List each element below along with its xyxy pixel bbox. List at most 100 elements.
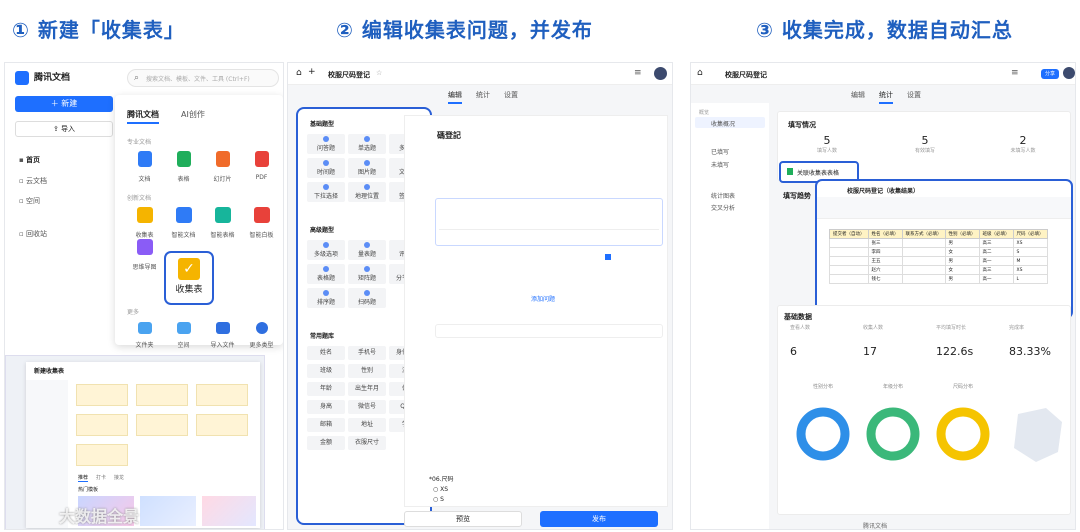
advanced-type-item[interactable]: 表格题 [307,264,345,284]
side-unfilled[interactable]: 未填写 [711,160,729,169]
template-tab-checkin[interactable]: 打卡 [96,474,106,482]
template-card-1[interactable] [76,384,128,406]
template-card-2[interactable] [136,384,188,406]
add-icon[interactable]: + [308,67,316,77]
advanced-type-item[interactable]: 扫码题 [348,288,386,308]
footer-brand: 腾讯文档 [863,523,888,530]
menu-more-types[interactable]: 更多类型 [242,319,281,349]
menu-smart-sheet[interactable]: 智能表格 [203,207,242,239]
side-summary[interactable]: 收集概况 [695,117,765,128]
form-field-2[interactable] [435,324,663,338]
home-icon[interactable]: ⌂ [697,68,703,78]
common-field-item[interactable]: 衣服尺寸 [348,436,386,450]
table-cell: M [1012,256,1048,266]
side-cross-analysis[interactable]: 交叉分析 [711,203,735,212]
basic-type-item[interactable]: 地理位置 [348,182,386,202]
template-tab-relay[interactable]: 接龙 [114,474,124,482]
star-icon[interactable]: ☆ [376,69,382,77]
basic-type-item[interactable]: 图片题 [348,158,386,178]
avatar[interactable] [1063,67,1075,79]
tab-ai[interactable]: AI创作 [181,109,205,120]
table-row[interactable]: 张三 男高三 XS [829,238,1048,248]
required-checkbox[interactable] [605,254,611,260]
template-card-5[interactable] [136,414,188,436]
menu-sheet[interactable]: 表格 [164,151,203,183]
menu-import-file[interactable]: 导入文件 [203,319,242,349]
advanced-type-item[interactable]: 多级选项 [307,240,345,260]
nav-home[interactable]: ▪ 首页 [19,155,40,165]
tab-settings[interactable]: 设置 [907,90,921,104]
template-thumb-3[interactable] [202,496,256,526]
menu-smart-sheet-label: 智能表格 [210,232,235,239]
common-field-item[interactable]: 地址 [348,418,386,432]
table-cell: 赵六 [867,265,903,275]
menu-mindmap[interactable]: 思维导图 [125,239,164,271]
menu-icon[interactable]: ≡ [1011,68,1019,78]
table-row[interactable]: 王五 男高一 M [829,256,1048,266]
table-cell [829,265,869,275]
template-card-7[interactable] [76,444,128,466]
nav-trash[interactable]: ▫ 回收站 [19,229,47,239]
option-s[interactable]: ○ S [433,496,444,503]
tab-stats[interactable]: 统计 [879,90,893,104]
collection-highlight[interactable]: ✓ 收集表 [164,251,214,305]
basic-type-item[interactable]: 问答题 [307,134,345,154]
common-field-item[interactable]: 出生年月 [348,382,386,396]
menu-slides[interactable]: 幻灯片 [203,151,242,183]
basic-type-item[interactable]: 单选题 [348,134,386,154]
tab-edit[interactable]: 编辑 [448,90,462,104]
common-field-item[interactable]: 金额 [307,436,345,450]
tab-settings[interactable]: 设置 [504,90,518,104]
basic-type-item[interactable]: 时间题 [307,158,345,178]
table-row[interactable]: 赵六 女高三 XS [829,265,1048,275]
menu-folder[interactable]: 文件夹 [125,319,164,349]
publish-button[interactable]: 发布 [540,511,658,527]
menu-pdf[interactable]: PDF [242,151,281,183]
home-icon[interactable]: ⌂ [296,68,302,78]
nav-cloud[interactable]: ▫ 云文档 [19,176,47,186]
menu-smart-doc[interactable]: 智能文档 [164,207,203,239]
menu-whiteboard[interactable]: 智能白板 [242,207,281,239]
common-field-item[interactable]: 性别 [348,364,386,378]
advanced-type-item[interactable]: 矩阵题 [348,264,386,284]
advanced-type-item[interactable]: 排序题 [307,288,345,308]
tab-edit[interactable]: 编辑 [851,90,865,104]
side-charts[interactable]: 统计图表 [711,191,735,200]
template-tab-recommend[interactable]: 推荐 [78,474,89,482]
share-button[interactable]: 分享 [1041,69,1059,79]
common-field-item[interactable]: 微信号 [348,400,386,414]
basic-type-item[interactable]: 下拉选择 [307,182,345,202]
template-card-3[interactable] [196,384,248,406]
tab-tencent-docs[interactable]: 腾讯文档 [127,109,159,124]
option-xs[interactable]: ○ XS [433,486,448,493]
side-filled[interactable]: 已填写 [711,147,729,156]
common-field-item[interactable]: 手机号 [348,346,386,360]
preview-button[interactable]: 预览 [404,511,522,527]
template-card-4[interactable] [76,414,128,436]
table-row[interactable]: 李四 女高二 S [829,247,1048,257]
menu-collection[interactable]: 收集表 [125,207,164,239]
template-thumb-2[interactable] [140,496,196,526]
menu-icon[interactable]: ≡ [634,68,642,78]
common-field-item[interactable]: 身高 [307,400,345,414]
new-button[interactable]: ＋ 新建 [15,96,113,112]
common-field-item[interactable]: 邮箱 [307,418,345,432]
common-field-item[interactable]: 姓名 [307,346,345,360]
search-input[interactable]: ⌕ 搜索文档、模板、文件、工具 (Ctrl+F) [127,69,279,87]
nav-space[interactable]: ▫ 空间 [19,196,40,206]
form-field-1-input[interactable] [439,220,659,230]
menu-doc[interactable]: 文档 [125,151,164,183]
common-field-item[interactable]: 班级 [307,364,345,378]
advanced-type-item[interactable]: 量表题 [348,240,386,260]
common-field-label: 邮箱 [319,421,332,428]
filled-count-label: 填写人数 [816,148,837,154]
add-question-button[interactable]: 添加问题 [531,294,555,303]
tab-stats[interactable]: 统计 [476,90,490,104]
avatar[interactable] [654,67,667,80]
common-field-item[interactable]: 年龄 [307,382,345,396]
common-field-label: 出生年月 [354,385,379,392]
menu-space[interactable]: 空间 [164,319,203,349]
template-card-6[interactable] [196,414,248,436]
table-row[interactable]: 钱七 男高一 L [829,274,1048,284]
import-button[interactable]: ⇪ 导入 [15,121,113,137]
